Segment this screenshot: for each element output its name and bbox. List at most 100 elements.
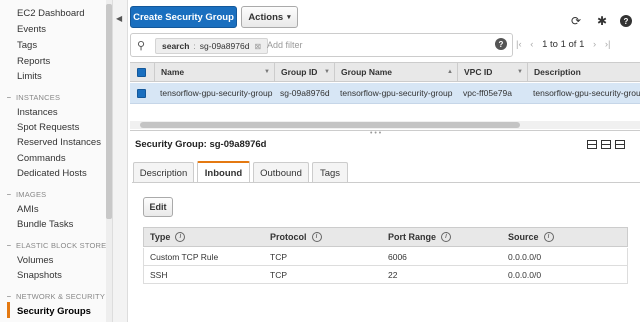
sidebar-item-reserved-instances[interactable]: Reserved Instances [17,137,101,148]
sidebar-item-commands[interactable]: Commands [17,153,66,164]
filter-chip-value: sg-09a8976d [199,41,250,51]
next-page-icon[interactable]: › [593,39,596,50]
refresh-icon[interactable]: ⟳ [571,14,581,28]
filter-chip[interactable]: search : sg-09a8976d ⊠ [155,38,269,54]
sidebar-item-volumes[interactable]: Volumes [17,255,53,266]
sidebar-section-network-security[interactable]: − NETWORK & SECURITY [6,292,105,301]
rules-header-source: Source i [502,228,629,246]
sidebar-item-amis[interactable]: AMIs [17,204,39,215]
actions-dropdown[interactable]: Actions ▾ [241,6,298,28]
panel-splitter[interactable]: • • • [130,130,640,137]
column-header-group-name[interactable]: Group Name ▲ [334,63,457,81]
tab-outbound[interactable]: Outbound [253,162,309,183]
info-icon[interactable]: i [441,232,452,242]
filter-bar[interactable]: ⚲ search : sg-09a8976d ⊠ Add filter ? [130,33,513,57]
create-security-group-button[interactable]: Create Security Group [130,6,237,28]
tab-tags[interactable]: Tags [312,162,348,183]
collapse-left-icon: ◀ [116,14,123,23]
table-horizontal-scrollbar[interactable] [130,121,640,129]
rules-header-type: Type i [144,228,264,246]
sidebar-item-ec2-dashboard[interactable]: EC2 Dashboard [17,8,85,19]
sidebar-section-images[interactable]: − IMAGES [6,190,46,199]
sidebar-item-events[interactable]: Events [17,24,46,35]
rule-type: SSH [150,269,168,280]
sidebar-item-instances[interactable]: Instances [17,107,58,118]
active-indicator [7,302,10,318]
pagination-text: 1 to 1 of 1 [542,39,585,50]
pagination: |‹ ‹ 1 to 1 of 1 › ›| [516,39,616,50]
cell-vpc-id: vpc-ff05e79a [463,88,512,98]
sidebar-scrollbar[interactable] [106,0,112,322]
remove-filter-icon[interactable]: ⊠ [254,42,261,51]
rule-row: Custom TCP Rule TCP 6006 0.0.0.0/0 [143,248,628,266]
info-icon[interactable]: i [175,232,186,242]
tab-inbound[interactable]: Inbound [197,161,250,183]
info-icon[interactable]: i [311,232,322,242]
sidebar-item-security-groups[interactable]: Security Groups [17,306,91,317]
filter-chip-separator: : [193,41,196,51]
rule-port-range: 22 [388,269,398,280]
sidebar-item-limits[interactable]: Limits [17,71,42,82]
sidebar: EC2 Dashboard Events Tags Reports Limits… [0,0,113,322]
rules-header-protocol: Protocol i [264,228,382,246]
sidebar-item-dedicated-hosts[interactable]: Dedicated Hosts [17,168,87,179]
cell-description: tensorflow-gpu-security-group [533,88,640,98]
filter-chip-key: search [162,41,190,51]
rule-source: 0.0.0.0/0 [508,269,542,280]
rule-type: Custom TCP Rule [150,251,219,262]
detail-title-label: Security Group: [135,139,207,150]
edit-button[interactable]: Edit [143,197,173,217]
sidebar-collapse-handle[interactable]: ◀ [113,0,128,322]
first-page-icon[interactable]: |‹ [516,39,522,50]
gear-icon[interactable]: ✱ [597,14,607,28]
layout-bottom-icon[interactable] [587,140,597,149]
filter-help-icon[interactable]: ? [495,38,507,50]
column-header-name[interactable]: Name ▼ [154,63,274,81]
sidebar-item-reports[interactable]: Reports [17,56,50,67]
sidebar-scroll-thumb[interactable] [106,4,112,219]
sidebar-item-tags[interactable]: Tags [17,40,37,51]
chevron-down-icon: ▾ [287,14,291,21]
add-filter-input[interactable]: Add filter [267,40,303,50]
table-scroll-thumb[interactable] [140,122,520,128]
collapse-icon: − [6,292,12,301]
collapse-icon: − [6,241,12,250]
column-header-vpc-id[interactable]: VPC ID ▼ [457,63,527,81]
rules-header: Type i Protocol i Port Range i Source i [143,227,628,247]
last-page-icon[interactable]: ›| [605,39,611,50]
search-icon: ⚲ [137,40,146,52]
layout-split-icon[interactable] [601,140,611,149]
detail-title-value: sg-09a8976d [209,139,267,150]
sidebar-item-snapshots[interactable]: Snapshots [17,270,62,281]
row-checkbox[interactable] [137,88,146,98]
rule-protocol: TCP [270,251,287,262]
sidebar-section-instances[interactable]: − INSTANCES [6,93,60,102]
detail-title: Security Group: sg-09a8976d [135,139,266,150]
collapse-icon: − [6,93,12,102]
rule-protocol: TCP [270,269,287,280]
rule-source: 0.0.0.0/0 [508,251,542,262]
row-select-cell [130,83,154,103]
cell-group-id: sg-09a8976d [280,88,330,98]
prev-page-icon[interactable]: ‹ [530,39,533,50]
sidebar-section-ebs[interactable]: − ELASTIC BLOCK STORE [6,241,106,250]
column-header-group-id[interactable]: Group ID ▼ [274,63,334,81]
actions-label: Actions [248,11,284,23]
tab-divider [132,182,640,183]
rule-port-range: 6006 [388,251,407,262]
help-icon[interactable]: ? [620,15,632,27]
cell-name: tensorflow-gpu-security-group [160,88,273,98]
collapse-icon: − [6,190,12,199]
column-header-description[interactable]: Description [527,63,640,81]
sidebar-item-bundle-tasks[interactable]: Bundle Tasks [17,219,73,230]
rules-header-port-range: Port Range i [382,228,502,246]
tab-description[interactable]: Description [133,162,194,183]
drag-handle-icon: • • • [370,130,382,137]
table-row[interactable]: tensorflow-gpu-security-group sg-09a8976… [130,83,640,104]
select-all-cell [130,63,154,81]
cell-group-name: tensorflow-gpu-security-group [340,88,453,98]
select-all-checkbox[interactable] [137,67,146,77]
info-icon[interactable]: i [543,232,554,242]
layout-top-icon[interactable] [615,140,625,149]
sidebar-item-spot-requests[interactable]: Spot Requests [17,122,79,133]
